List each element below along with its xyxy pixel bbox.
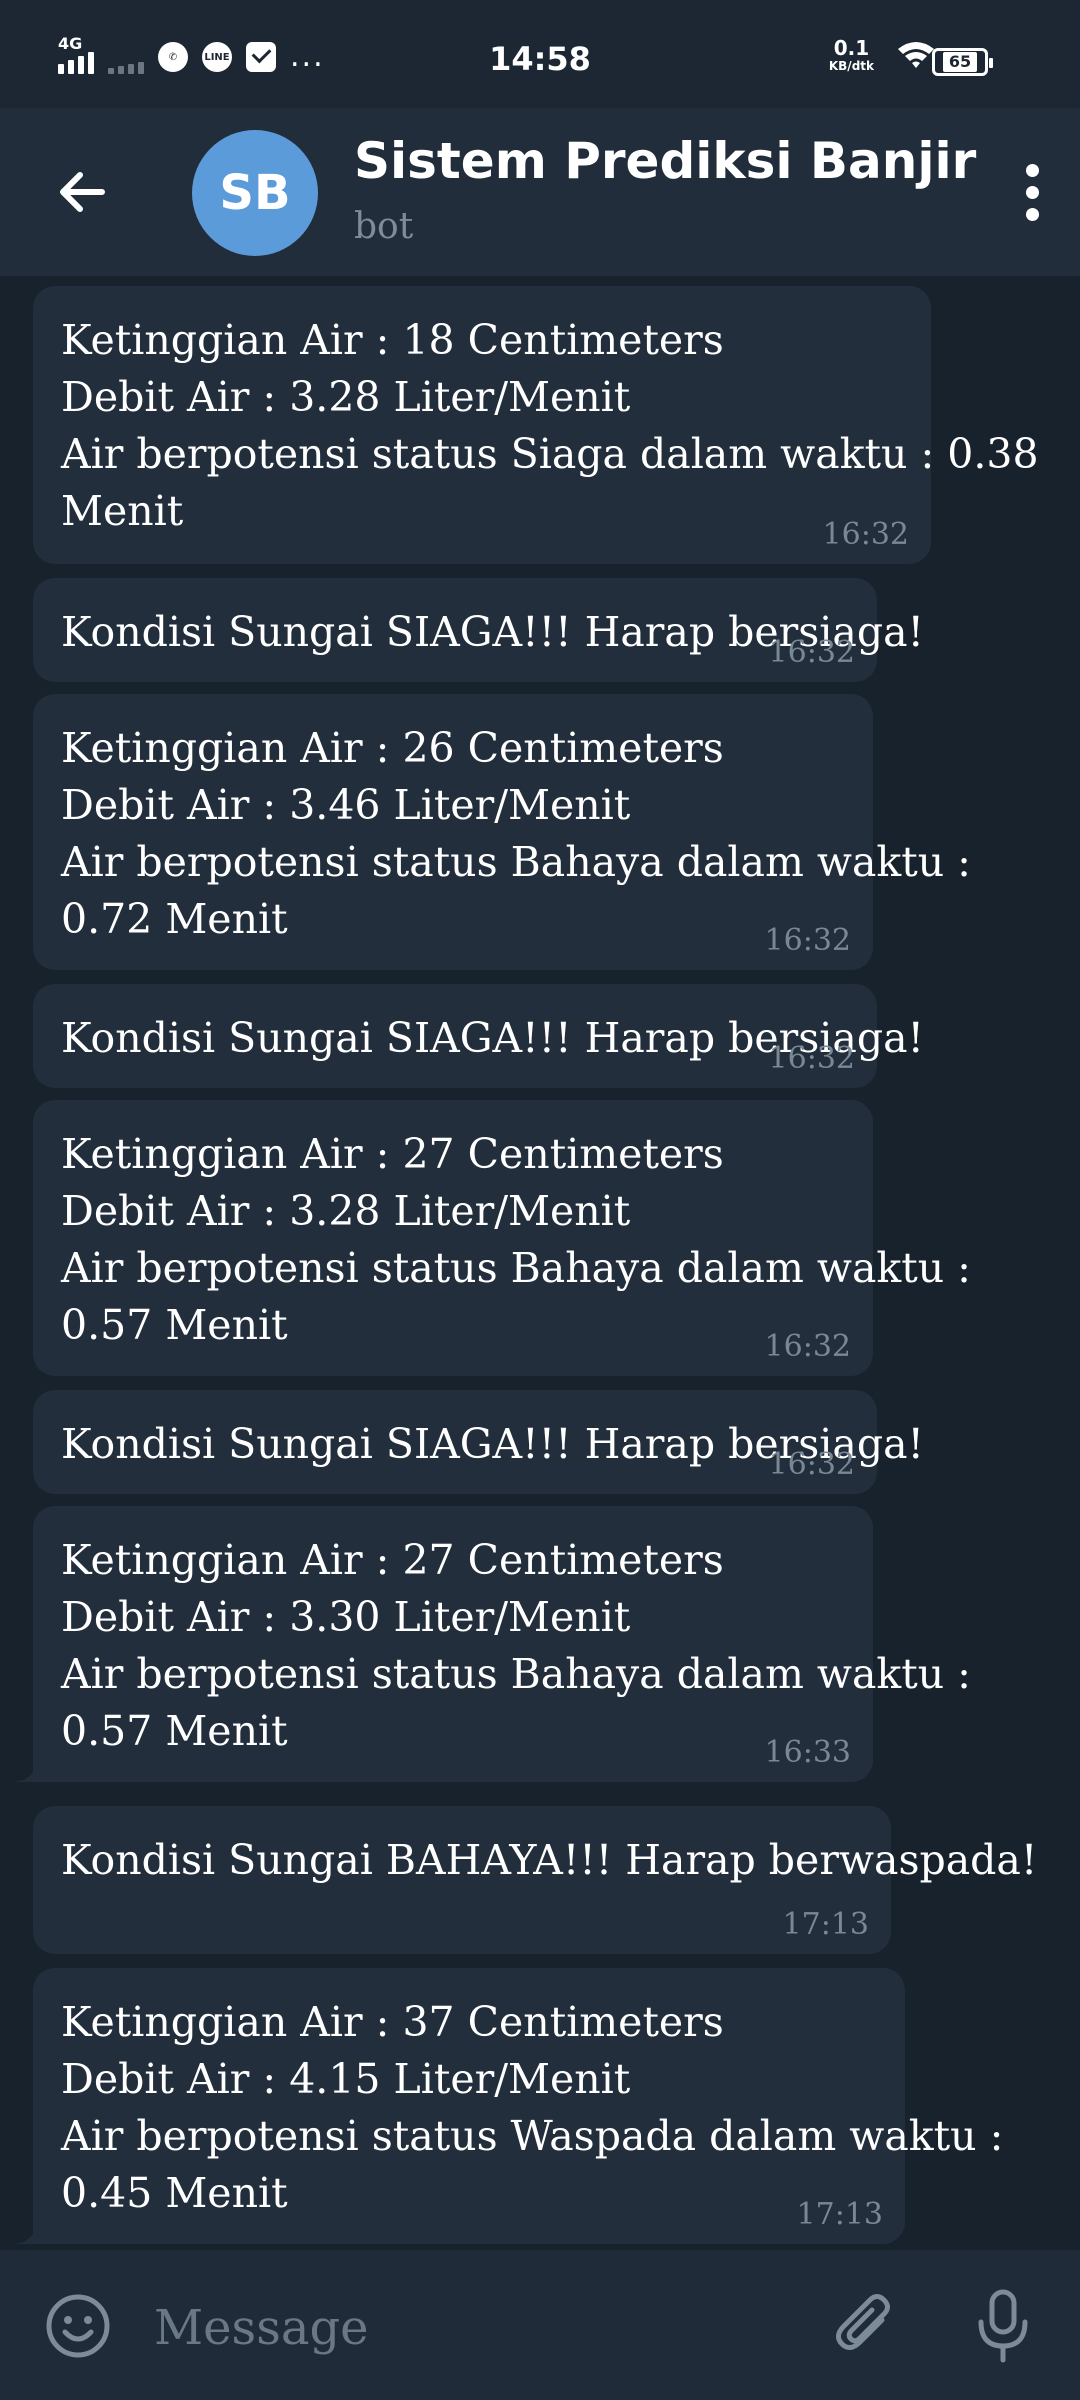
message-time: 17:13 [782, 1907, 869, 1942]
message-text-line: 0.45 Menit [61, 2169, 288, 2217]
message-text-line: Ketinggian Air : 27 Centimeters [61, 1130, 724, 1178]
speed-value: 0.1 [833, 36, 870, 60]
message-text-line: 0.57 Menit [61, 1301, 288, 1349]
message-bubble[interactable]: Kondisi Sungai SIAGA!!! Harap bersiaga! … [33, 984, 925, 1088]
message-text-line: Ketinggian Air : 27 Centimeters [61, 1536, 724, 1584]
message-bubble[interactable]: Kondisi Sungai BAHAYA!!! Harap berwaspad… [33, 1806, 1038, 1954]
message-text-line: Air berpotensi status Bahaya dalam waktu… [61, 1650, 971, 1698]
message-bubble[interactable]: Ketinggian Air : 18 Centimeters Debit Ai… [33, 286, 1039, 564]
message-text-line: Air berpotensi status Waspada dalam wakt… [61, 2112, 1004, 2160]
chat-subtitle: bot [354, 206, 414, 247]
message-text-line: Air berpotensi status Bahaya dalam waktu… [61, 1244, 971, 1292]
message-time: 16:32 [768, 1447, 855, 1482]
message-bubble[interactable]: Kondisi Sungai SIAGA!!! Harap bersiaga! … [33, 578, 925, 682]
avatar[interactable]: SB [192, 130, 318, 256]
more-vertical-icon[interactable] [1004, 152, 1060, 232]
message-bubble[interactable]: Kondisi Sungai SIAGA!!! Harap bersiaga! … [33, 1390, 925, 1494]
message-time: 16:32 [764, 923, 851, 958]
message-text-line: Debit Air : 3.28 Liter/Menit [61, 1187, 631, 1235]
message-text-line: Debit Air : 3.30 Liter/Menit [61, 1593, 631, 1641]
message-text-line: Debit Air : 4.15 Liter/Menit [61, 2055, 631, 2103]
message-text-line: Ketinggian Air : 37 Centimeters [61, 1998, 724, 2046]
message-bubble[interactable]: Ketinggian Air : 27 Centimeters Debit Ai… [15, 1506, 971, 1782]
message-text-line: Kondisi Sungai SIAGA!!! Harap bersiaga! [61, 608, 925, 656]
status-bar: 4G ✆ LINE ... 14:58 0.1 KB/dtk 65 [0, 0, 1080, 108]
smile-icon[interactable] [44, 2292, 112, 2360]
message-text-line: Kondisi Sungai BAHAYA!!! Harap berwaspad… [61, 1836, 1038, 1884]
message-text-line: Ketinggian Air : 26 Centimeters [61, 724, 724, 772]
message-text-line: Menit [61, 487, 184, 535]
message-text-line: Kondisi Sungai SIAGA!!! Harap bersiaga! [61, 1014, 925, 1062]
paperclip-icon[interactable] [830, 2290, 900, 2360]
message-text-line: Debit Air : 3.28 Liter/Menit [61, 373, 631, 421]
message-text-line: Kondisi Sungai SIAGA!!! Harap bersiaga! [61, 1420, 925, 1468]
message-input-bar [0, 2250, 1080, 2400]
message-text-line: Ketinggian Air : 18 Centimeters [61, 316, 724, 364]
arrow-left-icon[interactable] [52, 162, 112, 222]
chat-header: SB Sistem Prediksi Banjir bot [0, 108, 1080, 276]
battery-icon: 65 [932, 48, 993, 76]
message-text-line: Air berpotensi status Bahaya dalam waktu… [61, 838, 971, 886]
status-icons-right: 0.1 KB/dtk [829, 38, 936, 72]
battery-level: 65 [942, 52, 978, 72]
message-input[interactable] [154, 2298, 774, 2358]
network-speed: 0.1 KB/dtk [829, 38, 874, 72]
message-time: 16:32 [768, 635, 855, 670]
chat-title[interactable]: Sistem Prediksi Banjir [354, 132, 976, 190]
speed-unit: KB/dtk [828, 59, 874, 73]
microphone-icon[interactable] [968, 2286, 1038, 2366]
message-text-line: 0.57 Menit [61, 1707, 288, 1755]
message-time: 16:33 [764, 1735, 851, 1770]
message-time: 17:13 [796, 2197, 883, 2232]
message-text-line: 0.72 Menit [61, 895, 288, 943]
message-text-line: Air berpotensi status Siaga dalam waktu … [61, 430, 1039, 478]
wifi-icon [898, 42, 934, 68]
message-time: 16:32 [764, 1329, 851, 1364]
message-text-line: Debit Air : 3.46 Liter/Menit [61, 781, 631, 829]
message-time: 16:32 [822, 517, 909, 552]
message-bubble[interactable]: Ketinggian Air : 26 Centimeters Debit Ai… [33, 694, 971, 970]
message-bubble[interactable]: Ketinggian Air : 37 Centimeters Debit Ai… [15, 1968, 1004, 2244]
message-bubble[interactable]: Ketinggian Air : 27 Centimeters Debit Ai… [33, 1100, 971, 1376]
message-time: 16:32 [768, 1041, 855, 1076]
